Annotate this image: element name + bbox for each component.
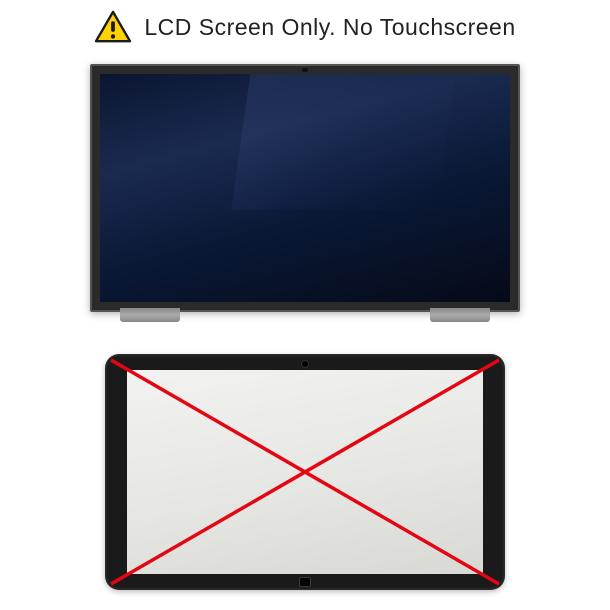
- lcd-display: [100, 74, 510, 302]
- lcd-mounting-tabs: [90, 310, 520, 330]
- touchscreen-bezel: [105, 354, 505, 590]
- header-text: LCD Screen Only. No Touchscreen: [144, 14, 515, 41]
- lcd-tab-right: [430, 308, 490, 322]
- touchscreen-display: [127, 370, 483, 574]
- lcd-bezel: [90, 64, 520, 312]
- lcd-camera-icon: [302, 68, 308, 72]
- lcd-screen-illustration: [90, 64, 520, 330]
- warning-triangle-icon: [94, 10, 132, 44]
- touchscreen-home-button-icon: [299, 577, 311, 587]
- header: LCD Screen Only. No Touchscreen: [94, 10, 515, 44]
- lcd-tab-left: [120, 308, 180, 322]
- touchscreen-illustration: [105, 354, 505, 590]
- touchscreen-camera-icon: [301, 360, 309, 368]
